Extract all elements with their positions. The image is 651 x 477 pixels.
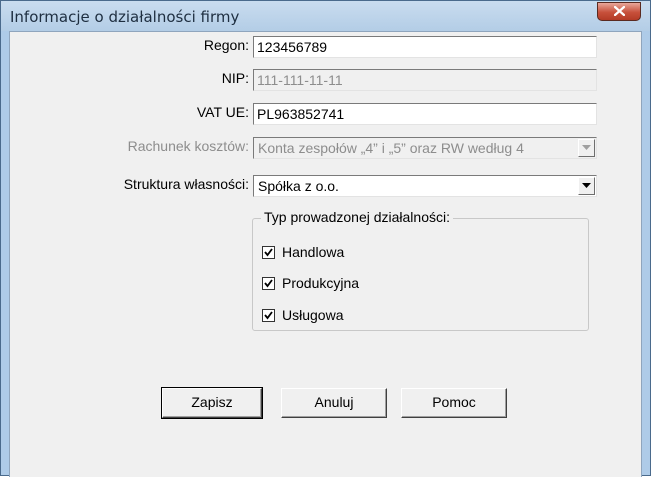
chevron-down-icon — [582, 145, 591, 150]
save-button[interactable]: Zapisz — [161, 387, 263, 419]
uslugowa-label[interactable]: Usługowa — [282, 307, 343, 323]
dialog-window: Informacje o działalności firmy Regon: N… — [0, 0, 651, 477]
checkmark-icon — [264, 248, 273, 257]
vat-ue-label: VAT UE: — [196, 104, 249, 120]
activity-type-group: Typ prowadzonej działalności: Handlowa P… — [252, 209, 589, 331]
struktura-wlasnosci-dropdown-button[interactable] — [578, 177, 595, 195]
help-button[interactable]: Pomoc — [401, 388, 507, 418]
struktura-wlasnosci-select[interactable]: Spółka z o.o. — [253, 175, 597, 197]
handlowa-checkbox[interactable] — [262, 246, 275, 259]
uslugowa-checkbox[interactable] — [262, 309, 275, 322]
chevron-down-icon — [582, 183, 591, 188]
nip-field[interactable] — [253, 69, 597, 91]
rachunek-kosztow-value: Konta zespołów „4” i „5” oraz RW według … — [258, 140, 524, 156]
rachunek-kosztow-dropdown-button[interactable] — [578, 139, 595, 157]
produkcyjna-label[interactable]: Produkcyjna — [282, 275, 359, 291]
checkmark-icon — [264, 279, 273, 288]
title-bar[interactable]: Informacje o działalności firmy — [1, 1, 650, 31]
cancel-button[interactable]: Anuluj — [281, 388, 387, 418]
close-icon — [614, 6, 625, 16]
window-title: Informacje o działalności firmy — [10, 8, 240, 26]
produkcyjna-checkbox[interactable] — [262, 277, 275, 290]
checkmark-icon — [264, 311, 273, 320]
regon-label: Regon: — [203, 37, 249, 53]
nip-label: NIP: — [221, 70, 249, 86]
struktura-wlasnosci-label: Struktura własności: — [123, 176, 249, 192]
dialog-client-area: Regon: NIP: VAT UE: Rachunek kosztów: Ko… — [9, 31, 642, 477]
rachunek-kosztow-label: Rachunek kosztów: — [127, 138, 249, 154]
close-button[interactable] — [597, 2, 641, 21]
regon-field[interactable] — [253, 36, 597, 58]
activity-type-legend: Typ prowadzonej działalności: — [261, 209, 453, 225]
vat-ue-field[interactable] — [253, 103, 597, 125]
rachunek-kosztow-select[interactable]: Konta zespołów „4” i „5” oraz RW według … — [253, 137, 597, 159]
struktura-wlasnosci-value: Spółka z o.o. — [258, 178, 339, 194]
handlowa-label[interactable]: Handlowa — [282, 244, 344, 260]
